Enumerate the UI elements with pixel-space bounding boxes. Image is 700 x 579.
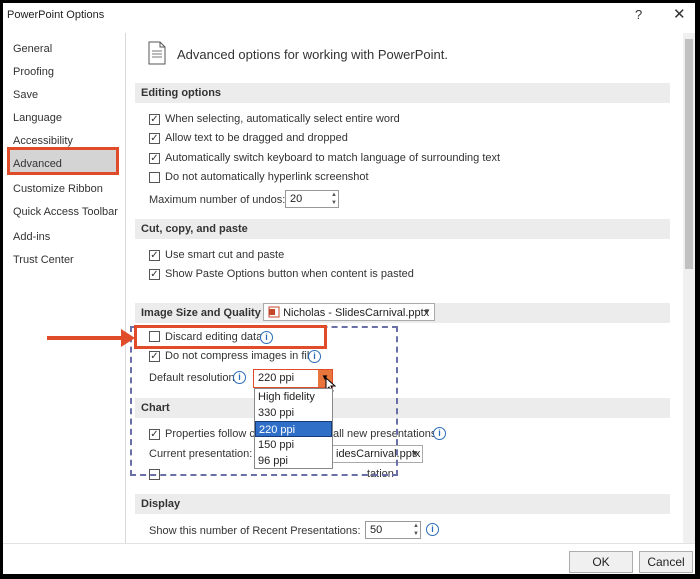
- checkbox-drag-drop[interactable]: ✓: [149, 133, 160, 144]
- options-page-icon: [148, 41, 166, 65]
- section-display: Display: [135, 494, 670, 514]
- sidebar-item-accessibility[interactable]: Accessibility: [13, 135, 73, 147]
- label-max-undos: Maximum number of undos:: [149, 194, 286, 206]
- label-select-entire-word: When selecting, automatically select ent…: [165, 113, 400, 125]
- resolution-option-96[interactable]: 96 ppi: [255, 453, 332, 469]
- sidebar-item-language[interactable]: Language: [13, 112, 62, 124]
- sidebar-item-trust-center[interactable]: Trust Center: [13, 254, 74, 266]
- info-icon[interactable]: i: [433, 427, 446, 440]
- sidebar-item-save[interactable]: Save: [13, 89, 38, 101]
- window-title: PowerPoint Options: [7, 9, 105, 21]
- powerpoint-options-dialog: PowerPoint Options ? ✕ General Proofing …: [3, 3, 695, 574]
- sidebar-item-proofing[interactable]: Proofing: [13, 66, 54, 78]
- label-drag-drop: Allow text to be dragged and dropped: [165, 132, 348, 144]
- sidebar: General Proofing Save Language Accessibi…: [3, 29, 125, 539]
- sidebar-item-add-ins[interactable]: Add-ins: [13, 231, 50, 243]
- dialog-footer: OK Cancel: [3, 543, 695, 574]
- title-bar: PowerPoint Options ? ✕: [3, 3, 695, 29]
- checkbox-no-hyperlink-screenshot[interactable]: [149, 172, 160, 183]
- default-resolution-dropdown[interactable]: 220 ppi ▼: [253, 369, 333, 388]
- default-resolution-value: 220 ppi: [258, 372, 295, 384]
- close-button[interactable]: ✕: [673, 5, 686, 23]
- resolution-options-list: High fidelity 330 ppi 220 ppi 150 ppi 96…: [254, 388, 333, 469]
- pptx-file-icon: [268, 306, 280, 318]
- resolution-option-150[interactable]: 150 ppi: [255, 437, 332, 453]
- checkbox-switch-keyboard[interactable]: ✓: [149, 153, 160, 164]
- annotation-arrow-head-icon: [121, 329, 135, 347]
- undos-value: 20: [290, 193, 303, 205]
- image-file-dropdown[interactable]: Nicholas - SlidesCarnival.pptx ▼: [263, 303, 435, 321]
- sidebar-item-advanced[interactable]: Advanced: [13, 158, 62, 170]
- label-no-hyperlink-screenshot: Do not automatically hyperlink screensho…: [165, 171, 369, 183]
- resolution-option-220[interactable]: 220 ppi: [255, 421, 332, 437]
- image-file-name: Nicholas - SlidesCarnival.pptx: [283, 307, 430, 319]
- spinner-arrows-icon[interactable]: ▲ ▼: [413, 522, 419, 538]
- ok-button[interactable]: OK: [569, 551, 633, 573]
- chevron-down-icon: ▼: [411, 449, 419, 458]
- label-recent-presentations: Show this number of Recent Presentations…: [149, 525, 361, 537]
- section-editing-options: Editing options: [135, 83, 670, 103]
- sidebar-divider: [125, 33, 126, 543]
- page-heading: Advanced options for working with PowerP…: [177, 47, 448, 62]
- resolution-option-high-fidelity[interactable]: High fidelity: [255, 389, 332, 405]
- label-smart-cut-paste: Use smart cut and paste: [165, 249, 285, 261]
- recent-presentations-spinner[interactable]: 50 ▲ ▼: [365, 521, 421, 539]
- label-paste-options: Show Paste Options button when content i…: [165, 268, 414, 280]
- sidebar-item-general[interactable]: General: [13, 43, 52, 55]
- scrollbar-thumb[interactable]: [685, 39, 693, 269]
- discard-data-highlight: [134, 325, 327, 349]
- cancel-button[interactable]: Cancel: [639, 551, 693, 573]
- checkbox-select-entire-word[interactable]: ✓: [149, 114, 160, 125]
- spinner-arrows-icon[interactable]: ▲ ▼: [331, 191, 337, 207]
- chevron-down-icon: ▼: [423, 307, 431, 316]
- sidebar-item-quick-access-toolbar[interactable]: Quick Access Toolbar: [13, 206, 118, 218]
- help-button[interactable]: ?: [635, 7, 642, 22]
- checkbox-paste-options[interactable]: ✓: [149, 269, 160, 280]
- info-icon[interactable]: i: [426, 523, 439, 536]
- recent-presentations-value: 50: [370, 524, 383, 536]
- undos-spinner[interactable]: 20 ▲ ▼: [285, 190, 339, 208]
- resolution-option-330[interactable]: 330 ppi: [255, 405, 332, 421]
- annotation-arrow-shaft: [47, 336, 125, 340]
- label-switch-keyboard: Automatically switch keyboard to match l…: [165, 152, 501, 164]
- sidebar-item-customize-ribbon[interactable]: Customize Ribbon: [13, 183, 103, 195]
- checkbox-smart-cut-paste[interactable]: ✓: [149, 250, 160, 261]
- section-cut-copy-paste: Cut, copy, and paste: [135, 219, 670, 239]
